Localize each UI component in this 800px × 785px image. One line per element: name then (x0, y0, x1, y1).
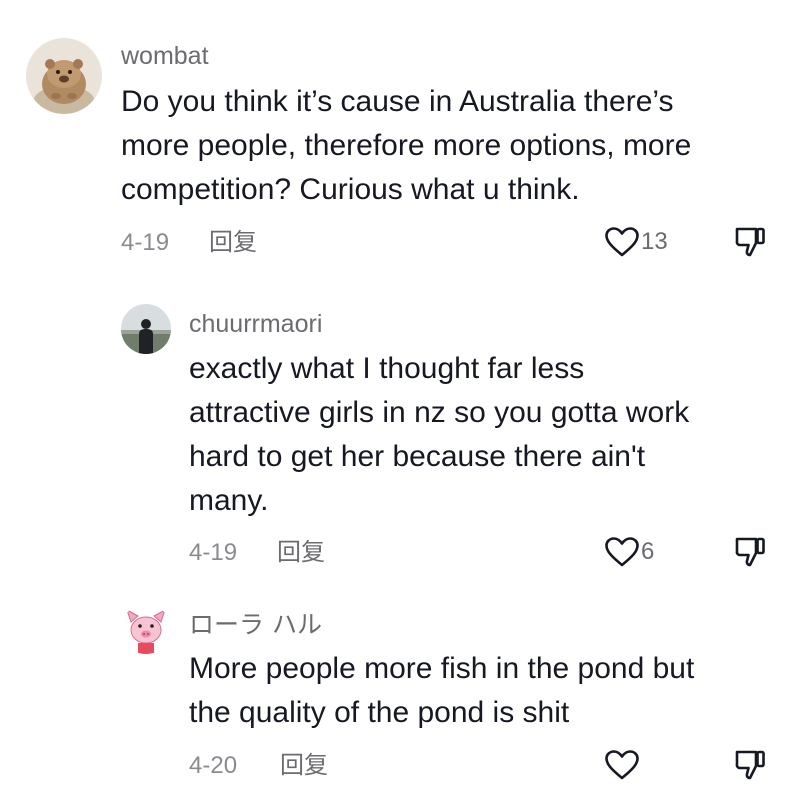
reply-button[interactable]: 回复 (280, 753, 328, 777)
comment-date: 4-19 (121, 229, 170, 256)
comment-text-line: the quality of the pond is shit (189, 696, 570, 729)
dislike-button[interactable] (734, 226, 766, 258)
cartoon-pig-avatar-icon (121, 604, 171, 654)
thumbs-down-icon (735, 227, 765, 257)
comment-text-line: more people, therefore more options, mor… (121, 129, 692, 162)
comment-text: More people more fish in the pond but th… (189, 647, 694, 735)
comment-username[interactable]: wombat (121, 44, 209, 69)
comment-text-line: exactly what I thought far less (189, 352, 585, 385)
wombat-avatar-icon (26, 38, 102, 114)
comment-text-line: More people more fish in the pond but (189, 652, 695, 685)
thumbs-down-icon (735, 750, 765, 780)
dislike-button[interactable] (734, 536, 766, 568)
thumbs-down-icon (735, 537, 765, 567)
comment-text-line: hard to get her because there ain't (189, 440, 646, 473)
heart-icon (605, 537, 639, 567)
comment-text: exactly what I thought far less attracti… (189, 347, 689, 523)
comment-text-line: competition? Curious what u think. (121, 173, 580, 206)
comment-username[interactable]: chuurrmaori (189, 312, 322, 337)
heart-icon (605, 227, 639, 257)
reply-button[interactable]: 回复 (209, 230, 257, 254)
dislike-button[interactable] (734, 749, 766, 781)
like-button[interactable]: 13 (605, 227, 668, 257)
user-avatar[interactable] (121, 604, 171, 654)
like-button[interactable]: 6 (605, 537, 654, 567)
user-avatar[interactable] (121, 304, 171, 354)
comment-text-line: many. (189, 484, 269, 517)
comment-date: 4-19 (189, 539, 238, 566)
comment-username[interactable]: ローラ ハル (189, 612, 322, 637)
comment-text: Do you think it’s cause in Australia the… (121, 80, 691, 212)
comment-date: 4-20 (189, 752, 238, 779)
heart-icon (605, 750, 639, 780)
like-button[interactable] (605, 750, 641, 780)
person-silhouette-avatar-icon (121, 304, 171, 354)
user-avatar[interactable] (26, 38, 102, 114)
like-count: 13 (641, 228, 668, 255)
reply-button[interactable]: 回复 (277, 540, 325, 564)
comment-text-line: Do you think it’s cause in Australia the… (121, 85, 674, 118)
like-count: 6 (641, 538, 655, 565)
comment-text-line: attractive girls in nz so you gotta work (189, 396, 690, 429)
